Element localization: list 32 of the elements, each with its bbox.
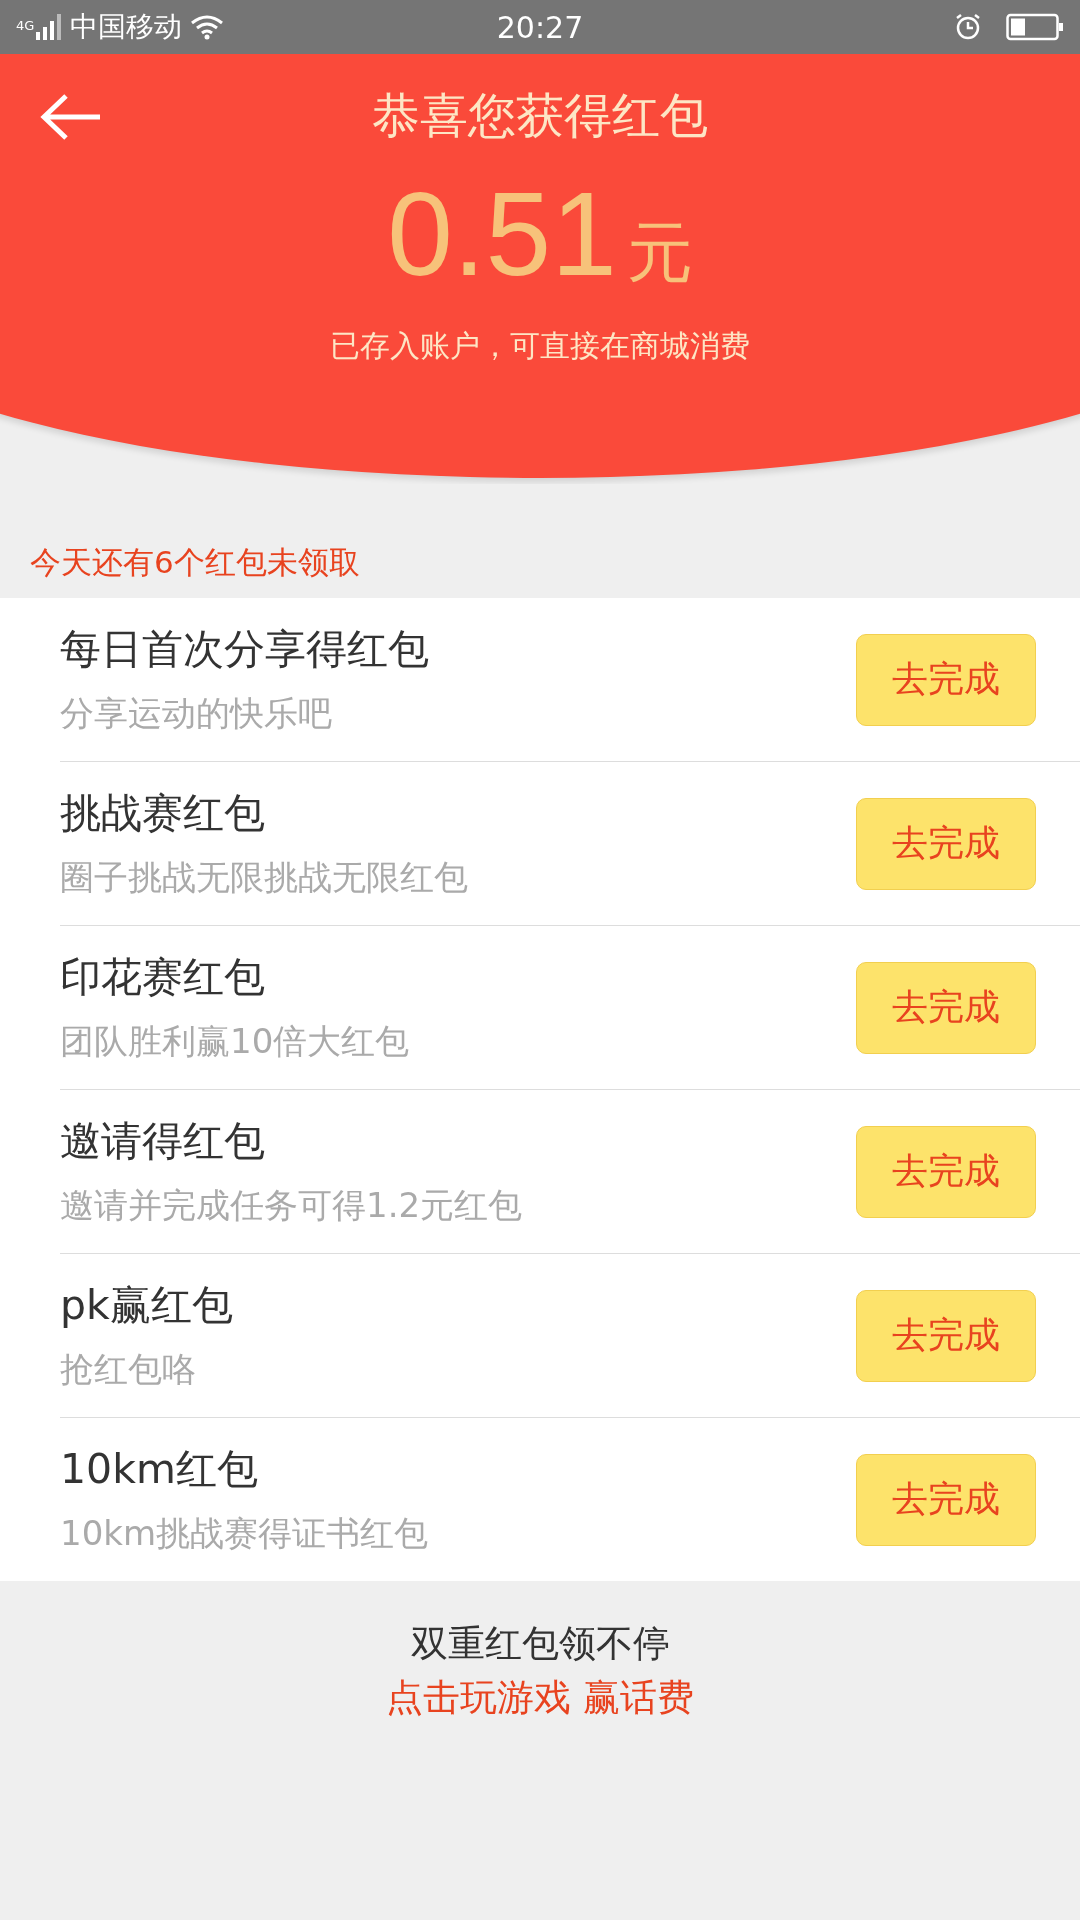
wifi-icon <box>190 14 225 40</box>
network-type: 4G <box>16 18 35 33</box>
task-title: 印花赛红包 <box>60 952 266 1003</box>
promo-text: 双重红包领不停 <box>410 1621 670 1667</box>
page-title: 恭喜您获得红包 <box>372 86 708 145</box>
complete-button[interactable]: 去完成 <box>856 961 1036 1054</box>
task-title: 邀请得红包 <box>60 1116 266 1167</box>
task-subtitle: 10km挑战赛得证书红包 <box>60 1512 430 1555</box>
task-title: 挑战赛红包 <box>60 788 266 839</box>
battery-icon <box>1006 13 1064 41</box>
clock-time: 20:27 <box>496 9 584 45</box>
task-subtitle: 圈子挑战无限挑战无限红包 <box>60 856 469 899</box>
deposit-note: 已存入账户，可直接在商城消费 <box>330 327 750 365</box>
game-link[interactable]: 点击玩游戏 赢话费 <box>386 1673 694 1723</box>
alarm-icon <box>954 13 982 41</box>
task-subtitle: 团队胜利赢10倍大红包 <box>60 1020 411 1063</box>
complete-button[interactable]: 去完成 <box>856 1289 1036 1382</box>
currency-unit: 元 <box>626 213 693 293</box>
task-title: 10km红包 <box>60 1444 259 1495</box>
complete-button[interactable]: 去完成 <box>856 633 1036 726</box>
prize-amount: 0.51 <box>387 167 617 302</box>
complete-button[interactable]: 去完成 <box>856 797 1036 890</box>
complete-button[interactable]: 去完成 <box>856 1453 1036 1546</box>
task-subtitle: 抢红包咯 <box>60 1348 197 1391</box>
signal-icon <box>36 14 63 40</box>
remaining-count: 今天还有6个红包未领取 <box>29 543 361 582</box>
complete-button[interactable]: 去完成 <box>856 1125 1036 1218</box>
task-title: 每日首次分享得红包 <box>60 624 430 675</box>
task-title: pk赢红包 <box>60 1280 234 1331</box>
task-subtitle: 邀请并完成任务可得1.2元红包 <box>60 1184 524 1227</box>
task-subtitle: 分享运动的快乐吧 <box>60 692 333 735</box>
carrier-name: 中国移动 <box>70 9 183 45</box>
